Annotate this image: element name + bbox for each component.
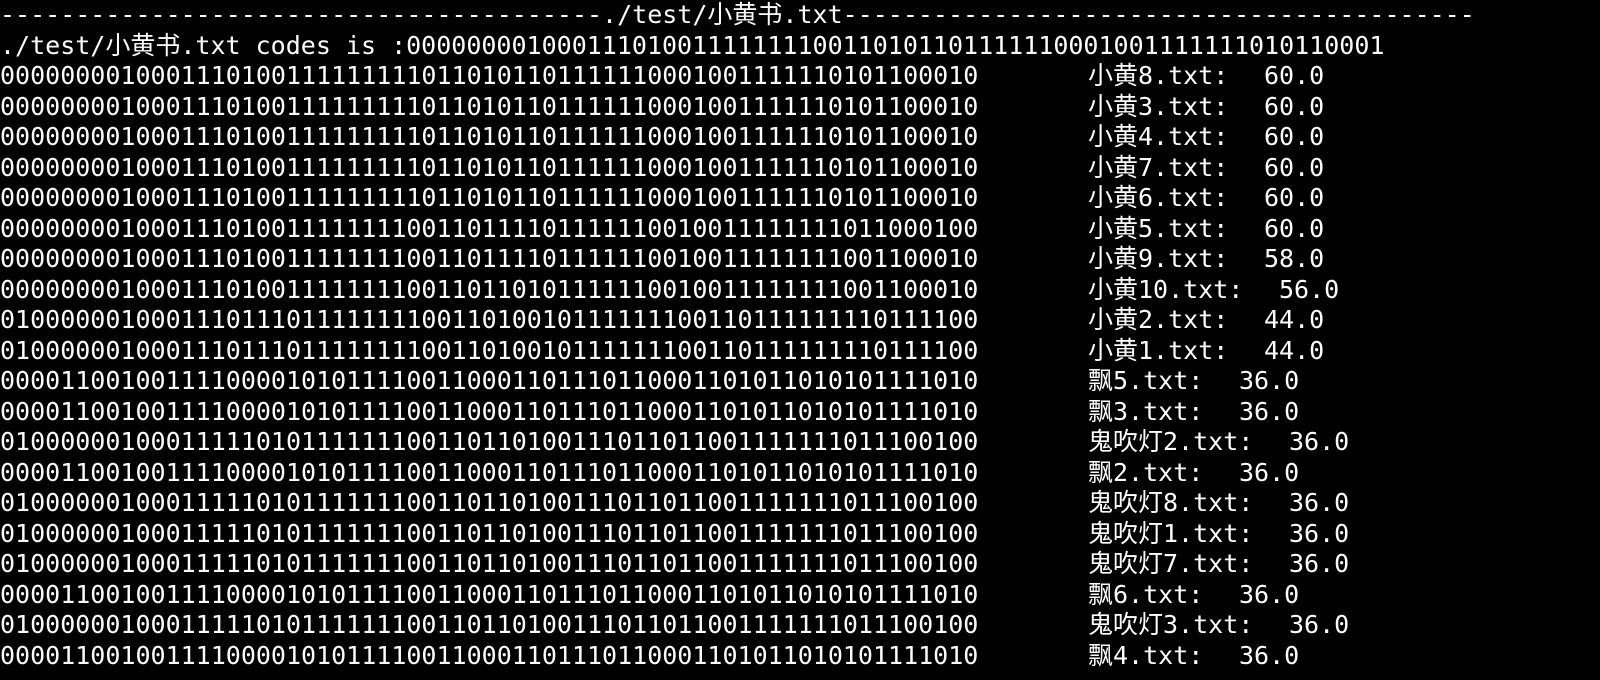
row-filename: 飘2.txt: bbox=[1088, 457, 1204, 487]
row-code: 0000110010011110000101011110011000110111… bbox=[0, 640, 979, 670]
row-code: 0000110010011110000101011110011000110111… bbox=[0, 579, 979, 609]
row-score: 36.0 bbox=[1289, 518, 1350, 548]
terminal-window[interactable]: ----------------------------------------… bbox=[0, 0, 1600, 680]
row-score: 44.0 bbox=[1264, 335, 1325, 365]
row-code: 0000000010001110100111111111011010110111… bbox=[0, 91, 979, 121]
result-row: 0100000010001111101011111110011011010011… bbox=[0, 427, 1600, 458]
result-row: 0100000010001110111011111111001101001011… bbox=[0, 336, 1600, 367]
row-score: 60.0 bbox=[1264, 183, 1325, 212]
row-filename: 小黄6.txt: bbox=[1088, 183, 1229, 212]
row-filename: 鬼吹灯8.txt: bbox=[1088, 488, 1254, 517]
row-filename: 飘6.txt: bbox=[1088, 579, 1204, 609]
result-row: 0000110010011110000101011110011000110111… bbox=[0, 641, 1600, 672]
row-score: 36.0 bbox=[1239, 366, 1300, 395]
row-score: 60.0 bbox=[1264, 91, 1325, 121]
query-codes-line: ./test/小黄书.txt codes is :000000001000111… bbox=[0, 31, 1600, 62]
row-code: 0100000010001110111011111111001101001011… bbox=[0, 335, 979, 365]
row-filename: 小黄5.txt: bbox=[1088, 213, 1229, 243]
row-code: 0000110010011110000101011110011000110111… bbox=[0, 396, 979, 426]
result-row: 0000000010001110100111111111011010110111… bbox=[0, 153, 1600, 184]
row-code: 0100000010001111101011111110011011010011… bbox=[0, 488, 979, 517]
row-filename: 飘5.txt: bbox=[1088, 366, 1204, 395]
row-code: 0000000010001110100111111111011010110111… bbox=[0, 152, 979, 182]
row-score: 56.0 bbox=[1279, 274, 1340, 304]
row-score: 36.0 bbox=[1289, 488, 1350, 517]
row-score: 36.0 bbox=[1239, 457, 1300, 487]
result-list: 0000000010001110100111111111011010110111… bbox=[0, 61, 1600, 671]
result-row: 0100000010001110111011111111001101001011… bbox=[0, 305, 1600, 336]
row-code: 0000000010001110100111111110011011110111… bbox=[0, 244, 979, 273]
row-code: 0100000010001111101011111110011011010011… bbox=[0, 610, 979, 639]
result-row: 0100000010001111101011111110011011010011… bbox=[0, 519, 1600, 550]
row-code: 0000000010001110100111111111011010110111… bbox=[0, 122, 979, 151]
result-row: 0000000010001110100111111110011011010111… bbox=[0, 275, 1600, 306]
result-row: 0100000010001111101011111110011011010011… bbox=[0, 549, 1600, 580]
row-code: 0100000010001111101011111110011011010011… bbox=[0, 518, 979, 548]
result-row: 0100000010001111101011111110011011010011… bbox=[0, 610, 1600, 641]
row-code: 0100000010001111101011111110011011010011… bbox=[0, 427, 979, 456]
row-score: 36.0 bbox=[1289, 610, 1350, 639]
row-score: 36.0 bbox=[1289, 549, 1350, 578]
row-code: 0000110010011110000101011110011000110111… bbox=[0, 457, 979, 487]
row-code: 0100000010001111101011111110011011010011… bbox=[0, 549, 979, 578]
result-row: 0000000010001110100111111110011011110111… bbox=[0, 244, 1600, 275]
result-row: 0000000010001110100111111111011010110111… bbox=[0, 61, 1600, 92]
row-score: 58.0 bbox=[1264, 244, 1325, 273]
row-score: 36.0 bbox=[1289, 427, 1350, 456]
row-filename: 小黄3.txt: bbox=[1088, 91, 1229, 121]
result-row: 0000000010001110100111111111011010110111… bbox=[0, 122, 1600, 153]
row-score: 36.0 bbox=[1239, 640, 1300, 670]
row-filename: 小黄10.txt: bbox=[1088, 274, 1244, 304]
row-score: 60.0 bbox=[1264, 152, 1325, 182]
row-code: 0000000010001110100111111110011011010111… bbox=[0, 274, 979, 304]
row-filename: 飘4.txt: bbox=[1088, 640, 1204, 670]
row-score: 36.0 bbox=[1239, 579, 1300, 609]
row-filename: 鬼吹灯7.txt: bbox=[1088, 549, 1254, 578]
row-score: 36.0 bbox=[1239, 396, 1300, 426]
result-row: 0000000010001110100111111111011010110111… bbox=[0, 92, 1600, 123]
row-code: 0000110010011110000101011110011000110111… bbox=[0, 366, 979, 395]
result-row: 0000110010011110000101011110011000110111… bbox=[0, 366, 1600, 397]
row-filename: 小黄2.txt: bbox=[1088, 305, 1229, 334]
row-filename: 小黄1.txt: bbox=[1088, 335, 1229, 365]
row-score: 44.0 bbox=[1264, 305, 1325, 334]
row-filename: 鬼吹灯3.txt: bbox=[1088, 610, 1254, 639]
row-code: 0000000010001110100111111110011011110111… bbox=[0, 213, 979, 243]
row-filename: 飘3.txt: bbox=[1088, 396, 1204, 426]
result-row: 0000000010001110100111111110011011110111… bbox=[0, 214, 1600, 245]
row-code: 0000000010001110100111111111011010110111… bbox=[0, 61, 979, 90]
separator-text: ----------------------------------------… bbox=[0, 0, 1475, 29]
result-row: 0100000010001111101011111110011011010011… bbox=[0, 488, 1600, 519]
row-filename: 鬼吹灯1.txt: bbox=[1088, 518, 1254, 548]
result-row: 0000110010011110000101011110011000110111… bbox=[0, 580, 1600, 611]
row-code: 0100000010001110111011111111001101001011… bbox=[0, 305, 979, 334]
row-score: 60.0 bbox=[1264, 122, 1325, 151]
row-filename: 小黄8.txt: bbox=[1088, 61, 1229, 90]
result-row: 0000000010001110100111111111011010110111… bbox=[0, 183, 1600, 214]
row-score: 60.0 bbox=[1264, 61, 1325, 90]
result-row: 0000110010011110000101011110011000110111… bbox=[0, 458, 1600, 489]
row-score: 60.0 bbox=[1264, 213, 1325, 243]
query-codes-text: ./test/小黄书.txt codes is :000000001000111… bbox=[0, 30, 1385, 60]
result-row: 0000110010011110000101011110011000110111… bbox=[0, 397, 1600, 428]
row-filename: 小黄9.txt: bbox=[1088, 244, 1229, 273]
row-filename: 小黄4.txt: bbox=[1088, 122, 1229, 151]
row-filename: 小黄7.txt: bbox=[1088, 152, 1229, 182]
separator-line: ----------------------------------------… bbox=[0, 0, 1600, 31]
row-filename: 鬼吹灯2.txt: bbox=[1088, 427, 1254, 456]
row-code: 0000000010001110100111111111011010110111… bbox=[0, 183, 979, 212]
